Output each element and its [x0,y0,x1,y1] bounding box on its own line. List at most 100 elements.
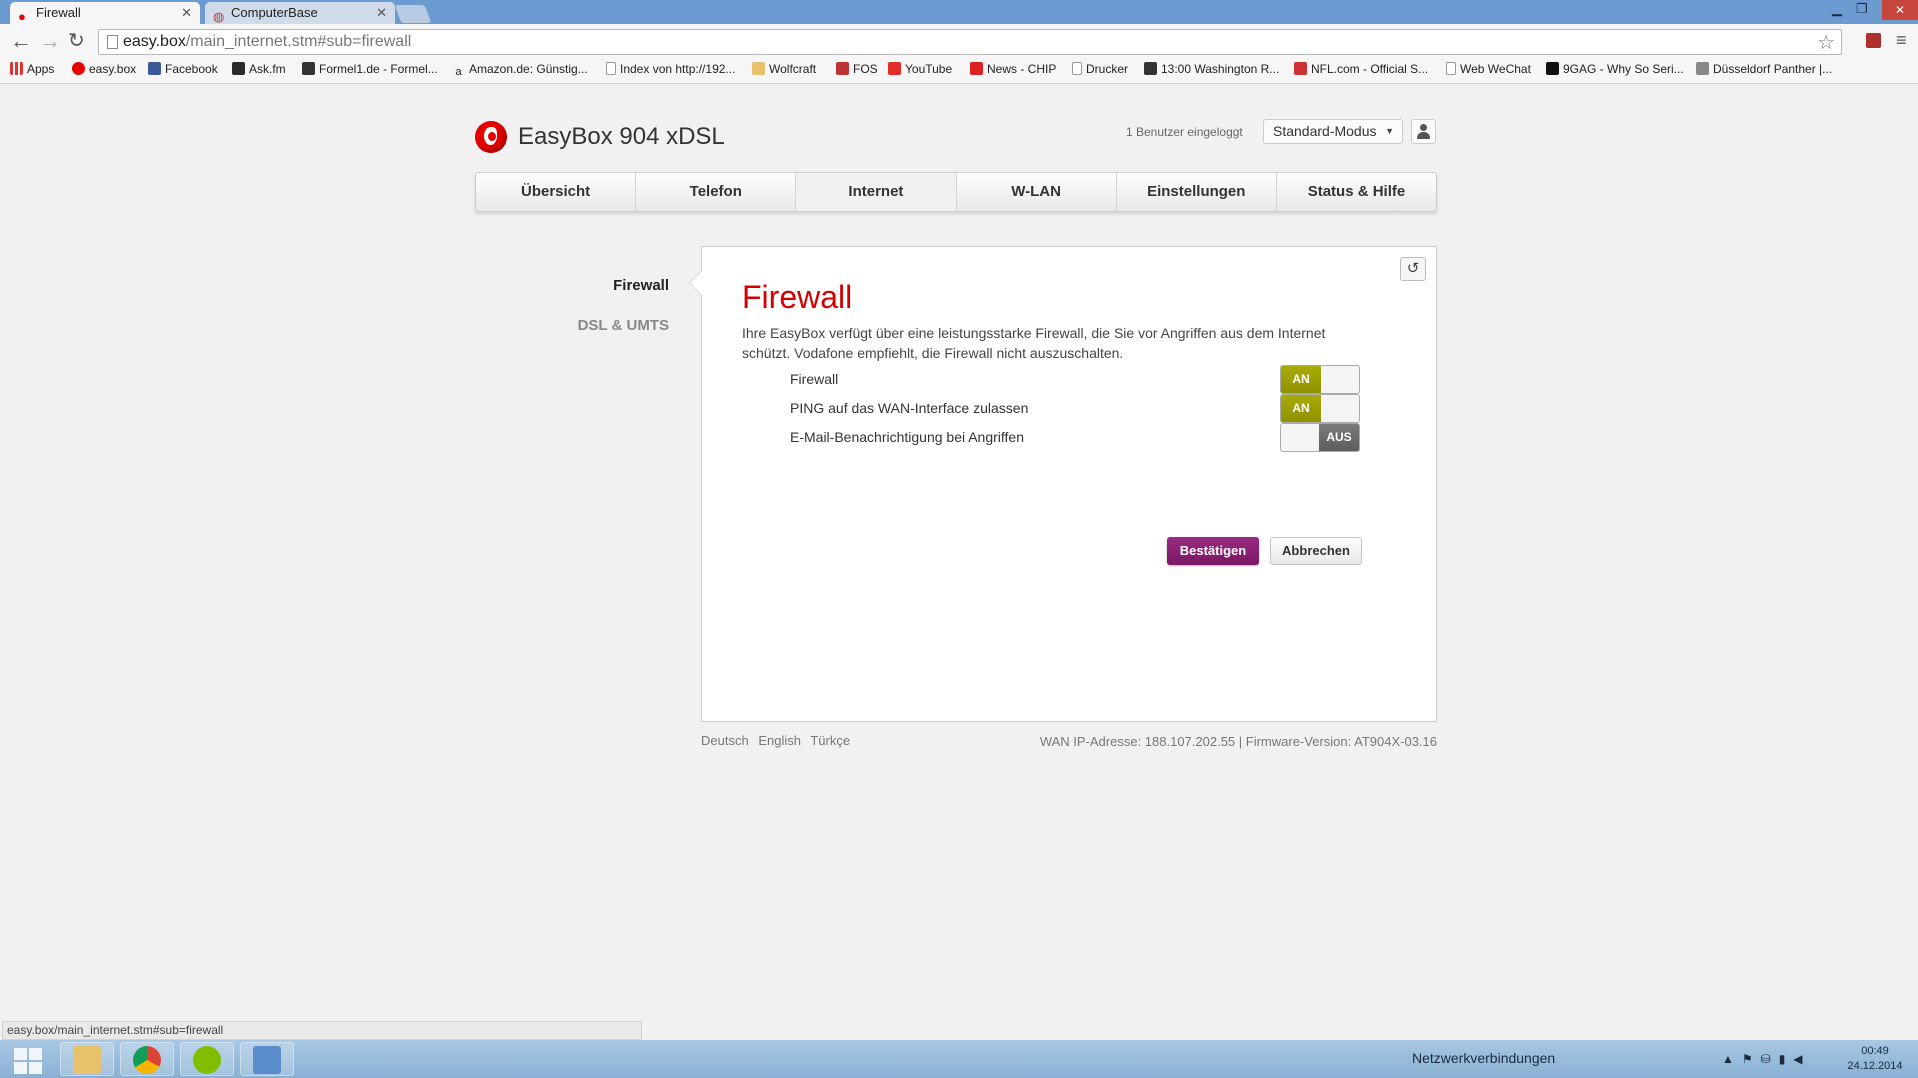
bookmark-index[interactable]: Index von http://192... [606,62,735,76]
page-icon [1446,62,1456,75]
subnav-dsl-umts[interactable]: DSL & UMTS [489,317,669,334]
firewall-panel: ↺ Firewall Ihre EasyBox verfügt über ein… [689,246,1437,722]
language-links: Deutsch English Türkçe [701,733,856,748]
bookmark-9gag[interactable]: 9GAG - Why So Seri... [1546,62,1684,76]
chevron-down-icon: ▼ [1385,126,1394,136]
browser-toolbar: ← → ↻ easy.box/main_internet.stm#sub=fir… [0,24,1918,59]
close-icon[interactable]: ✕ [376,2,387,23]
subnav-firewall[interactable]: Firewall [489,277,669,294]
bookmark-chip[interactable]: News - CHIP [970,62,1056,76]
bookmark-amazon[interactable]: a Amazon.de: Günstig... [452,62,588,79]
bookmark-label: News - CHIP [987,62,1057,76]
folder-icon [73,1046,101,1074]
confirm-button[interactable]: Bestätigen [1167,537,1259,565]
new-tab-button[interactable] [394,5,432,23]
clock-date: 24.12.2014 [1847,1060,1903,1072]
user-button[interactable] [1411,119,1436,144]
clock[interactable]: 00:49 24.12.2014 [1845,1044,1905,1074]
tab-uebersicht[interactable]: Übersicht [476,173,637,211]
restore-icon[interactable]: ❐ [1856,1,1868,17]
tab-status-hilfe[interactable]: Status & Hilfe [1277,173,1436,211]
setting-email-notify: E-Mail-Benachrichtigung bei Angriffen AU… [790,423,1360,453]
explorer-taskbar-button[interactable] [60,1042,114,1076]
url-text: easy.box/main_internet.stm#sub=firewall [123,33,411,51]
main-navigation: Übersicht Telefon Internet W-LAN Einstel… [475,172,1437,212]
page-icon [107,35,118,49]
chrome-icon [133,1046,161,1074]
toggle-state: AN [1281,395,1321,422]
bookmark-wolfcraft[interactable]: Wolfcraft [752,62,816,76]
bookmark-youtube[interactable]: YouTube [888,62,952,76]
bookmark-apps[interactable]: Apps [10,62,54,76]
bookmark-wechat[interactable]: Web WeChat [1446,62,1531,76]
close-icon[interactable]: ✕ [181,2,192,23]
language-english[interactable]: English [758,733,801,748]
formel1-icon [302,62,315,75]
bookmark-panther[interactable]: Düsseldorf Panther |... [1696,62,1832,76]
address-bar[interactable]: easy.box/main_internet.stm#sub=firewall … [98,29,1842,55]
bookmark-formel1[interactable]: Formel1.de - Formel... [302,62,438,76]
user-icon-body [1417,132,1430,139]
chrome-taskbar-button[interactable] [120,1042,174,1076]
bookmark-washington[interactable]: 13:00 Washington R... [1144,62,1279,76]
nfl-icon [1294,62,1307,75]
tab-title: Firewall [36,5,81,20]
bookmark-nfl[interactable]: NFL.com - Official S... [1294,62,1428,76]
9gag-icon [1546,62,1559,75]
page-icon [1072,62,1082,75]
mode-select[interactable]: Standard-Modus ▼ [1263,119,1403,144]
bookmark-label: Formel1.de - Formel... [319,62,438,76]
back-icon[interactable]: ← [10,28,32,54]
bookmark-label: Düsseldorf Panther |... [1713,62,1833,76]
url-path: /main_internet.stm#sub=firewall [185,33,412,50]
firewall-toggle[interactable]: AN [1280,365,1360,394]
start-pane [29,1048,42,1060]
windows-start-icon[interactable] [8,1045,48,1075]
amazon-icon: a [452,66,465,79]
tab-title: ComputerBase [231,5,318,20]
computerbase-icon: ◍ [213,9,225,24]
bookmark-easybox[interactable]: easy.box [72,62,136,76]
page-icon [606,62,616,75]
tab-computerbase[interactable]: ◍ ComputerBase ✕ [205,2,395,24]
spotify-taskbar-button[interactable] [180,1042,234,1076]
setting-ping: PING auf das WAN-Interface zulassen AN [790,394,1360,424]
reload-icon[interactable]: ↻ [68,28,85,54]
bookmark-star-icon[interactable]: ☆ [1817,30,1835,55]
vodafone-icon: ● [18,9,26,24]
menu-icon[interactable]: ≡ [1896,30,1907,51]
language-turkce[interactable]: Türkçe [810,733,850,748]
tab-wlan[interactable]: W-LAN [957,173,1117,211]
bookmark-facebook[interactable]: Facebook [148,62,218,76]
control-panel-taskbar-button[interactable] [240,1042,294,1076]
close-window-icon[interactable]: ✕ [1882,0,1918,20]
bookmark-fos[interactable]: FOS [836,62,878,76]
tray-icons[interactable]: ▲⚑⛁▮◀ [1722,1052,1811,1066]
bookmark-label: Amazon.de: Günstig... [469,62,588,76]
reset-icon[interactable]: ↺ [1400,257,1426,281]
start-pane [14,1048,27,1060]
bookmark-label: Ask.fm [249,62,286,76]
panel-description: Ihre EasyBox verfügt über eine leistungs… [742,325,1326,361]
tab-internet[interactable]: Internet [796,173,957,211]
ping-toggle[interactable]: AN [1280,394,1360,423]
tab-telefon[interactable]: Telefon [636,173,797,211]
product-title: EasyBox 904 xDSL [518,123,725,150]
language-deutsch[interactable]: Deutsch [701,733,749,748]
bookmark-askfm[interactable]: Ask.fm [232,62,286,76]
extension-icon[interactable] [1866,33,1881,48]
forward-icon[interactable]: → [39,28,61,54]
tab-einstellungen[interactable]: Einstellungen [1117,173,1277,211]
clock-time: 00:49 [1861,1045,1889,1057]
footer-info: WAN IP-Adresse: 188.107.202.55 | Firmwar… [1039,734,1437,749]
cancel-button[interactable]: Abbrechen [1270,537,1362,565]
setting-label: Firewall [790,371,839,387]
tab-firewall[interactable]: ● Firewall ✕ [10,2,200,24]
vodafone-logo [475,121,507,153]
taskbar: Netzwerkverbindungen ▲⚑⛁▮◀ 00:49 24.12.2… [0,1040,1918,1078]
bookmark-drucker[interactable]: Drucker [1072,62,1128,76]
router-page: EasyBox 904 xDSL 1 Benutzer eingeloggt S… [2,85,1916,1040]
minimize-icon[interactable]: ▁ [1832,1,1842,17]
email-notify-toggle[interactable]: AUS [1280,423,1360,452]
facebook-icon [148,62,161,75]
